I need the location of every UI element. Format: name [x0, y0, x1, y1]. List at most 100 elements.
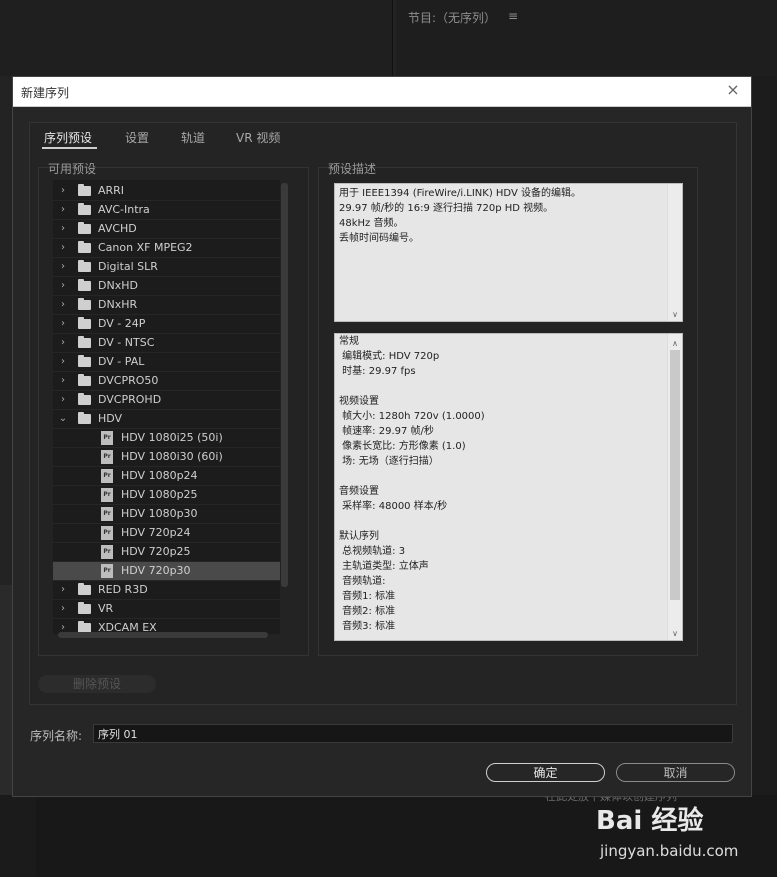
- delete-preset-button[interactable]: 删除预设: [38, 675, 156, 693]
- description-line: 48kHz 音频。: [339, 218, 404, 229]
- folder-icon: [78, 374, 91, 386]
- tree-preset-item[interactable]: Pr HDV 720p30: [53, 562, 280, 581]
- chevron-right-icon[interactable]: ›: [58, 391, 68, 409]
- cancel-button[interactable]: 取消: [616, 763, 735, 782]
- chevron-right-icon[interactable]: ›: [58, 581, 68, 599]
- description-summary: 用于 IEEE1394 (FireWire/i.LINK) HDV 设备的编辑。…: [334, 183, 683, 322]
- tab-sequence-presets[interactable]: 序列预设: [44, 129, 92, 146]
- folder-icon: [78, 203, 91, 215]
- dialog-title: 新建序列: [21, 86, 70, 100]
- ok-button[interactable]: 确定: [486, 763, 605, 782]
- presets-label: 可用预设: [48, 162, 97, 176]
- tree-folder-item[interactable]: › DNxHR: [53, 296, 280, 315]
- description-line: 音频3: 标准: [339, 621, 396, 632]
- tools-strip: [0, 585, 12, 795]
- description-line: 丢帧时间码编号。: [339, 233, 419, 244]
- preset-file-icon: Pr: [101, 526, 113, 540]
- scroll-down-icon[interactable]: ∨: [668, 626, 682, 638]
- watermark-url: jingyan.baidu.com: [600, 842, 739, 860]
- description-line: 时基: 29.97 fps: [339, 366, 416, 377]
- chevron-right-icon[interactable]: ›: [58, 239, 68, 257]
- description-line: 主轨道类型: 立体声: [339, 561, 429, 572]
- tab-vr-video[interactable]: VR 视频: [236, 129, 280, 146]
- details-scrollbar[interactable]: ∧ ∨: [667, 334, 682, 640]
- tree-item-label: ARRI: [98, 184, 125, 197]
- tree-item-label: DV - 24P: [98, 317, 146, 330]
- tree-folder-item[interactable]: › DV - 24P: [53, 315, 280, 334]
- chevron-right-icon[interactable]: ›: [58, 315, 68, 333]
- summary-scrollbar[interactable]: ∨: [667, 184, 682, 321]
- tree-horizontal-scrollbar[interactable]: [58, 632, 268, 638]
- tree-preset-item[interactable]: Pr HDV 1080p30: [53, 505, 280, 524]
- tree-item-label: DNxHD: [98, 279, 138, 292]
- scroll-up-icon[interactable]: ∧: [668, 336, 682, 348]
- chevron-right-icon[interactable]: ›: [58, 600, 68, 618]
- description-line: 采样率: 48000 样本/秒: [339, 501, 448, 512]
- tab-tracks[interactable]: 轨道: [181, 129, 205, 146]
- tree-item-label: DV - PAL: [98, 355, 145, 368]
- tree-folder-item[interactable]: › VR: [53, 600, 280, 619]
- description-label: 预设描述: [328, 162, 377, 176]
- description-line: 场: 无场（逐行扫描）: [339, 456, 439, 467]
- folder-icon: [78, 336, 91, 348]
- description-line: [339, 379, 678, 394]
- sequence-name-input[interactable]: 序列 01: [93, 724, 733, 743]
- tree-item-label: DVCPRO50: [98, 374, 159, 387]
- tree-preset-item[interactable]: Pr HDV 1080i25 (50i): [53, 429, 280, 448]
- chevron-down-icon[interactable]: ⌄: [58, 410, 68, 428]
- tree-vertical-scrollbar[interactable]: [281, 183, 288, 587]
- folder-icon: [78, 583, 91, 595]
- chevron-right-icon[interactable]: ›: [58, 220, 68, 238]
- tree-folder-item[interactable]: ⌄ HDV: [53, 410, 280, 429]
- chevron-right-icon[interactable]: ›: [58, 353, 68, 371]
- description-details-text: 常规 编辑模式: HDV 720p 时基: 29.97 fps 视频设置 帧大小…: [335, 334, 682, 634]
- folder-icon: [78, 317, 91, 329]
- scroll-down-icon[interactable]: ∨: [668, 307, 682, 319]
- folder-icon: [78, 602, 91, 614]
- tree-preset-item[interactable]: Pr HDV 1080p25: [53, 486, 280, 505]
- scroll-thumb[interactable]: [670, 350, 680, 600]
- tree-folder-item[interactable]: › Canon XF MPEG2: [53, 239, 280, 258]
- active-tab-indicator: [42, 147, 97, 149]
- tab-settings[interactable]: 设置: [125, 129, 149, 146]
- tree-folder-item[interactable]: › DV - NTSC: [53, 334, 280, 353]
- description-line: 总视频轨道: 3: [339, 546, 406, 557]
- description-line: 音频轨道:: [339, 576, 386, 587]
- chevron-right-icon[interactable]: ›: [58, 201, 68, 219]
- tree-item-label: HDV 1080i30 (60i): [121, 450, 223, 463]
- folder-icon: [78, 184, 91, 196]
- tree-folder-item[interactable]: › ARRI: [53, 182, 280, 201]
- chevron-right-icon[interactable]: ›: [58, 258, 68, 276]
- chevron-right-icon[interactable]: ›: [58, 296, 68, 314]
- tree-preset-item[interactable]: Pr HDV 720p24: [53, 524, 280, 543]
- chevron-right-icon[interactable]: ›: [58, 372, 68, 390]
- tree-folder-item[interactable]: › Digital SLR: [53, 258, 280, 277]
- tree-folder-item[interactable]: › AVCHD: [53, 220, 280, 239]
- chevron-right-icon[interactable]: ›: [58, 334, 68, 352]
- tree-preset-item[interactable]: Pr HDV 720p25: [53, 543, 280, 562]
- chevron-right-icon[interactable]: ›: [58, 277, 68, 295]
- folder-icon: [78, 393, 91, 405]
- chevron-right-icon[interactable]: ›: [58, 182, 68, 200]
- tree-folder-item[interactable]: › AVC-Intra: [53, 201, 280, 220]
- sequence-name-label: 序列名称:: [30, 729, 83, 743]
- folder-icon: [78, 260, 91, 272]
- close-icon[interactable]: ×: [723, 80, 743, 100]
- description-line: [339, 469, 678, 484]
- tree-item-label: Canon XF MPEG2: [98, 241, 193, 254]
- tools-panel: [0, 795, 36, 877]
- tree-folder-item[interactable]: › DV - PAL: [53, 353, 280, 372]
- tree-folder-item[interactable]: › DVCPRO50: [53, 372, 280, 391]
- tree-folder-item[interactable]: › DNxHD: [53, 277, 280, 296]
- tree-item-label: HDV 1080p25: [121, 488, 198, 501]
- tree-item-label: DNxHR: [98, 298, 138, 311]
- panel-menu-icon[interactable]: ≡: [508, 9, 518, 23]
- tree-folder-item[interactable]: › DVCPROHD: [53, 391, 280, 410]
- folder-icon: [78, 412, 91, 424]
- tree-preset-item[interactable]: Pr HDV 1080p24: [53, 467, 280, 486]
- folder-icon: [78, 222, 91, 234]
- tree-folder-item[interactable]: › RED R3D: [53, 581, 280, 600]
- tree-preset-item[interactable]: Pr HDV 1080i30 (60i): [53, 448, 280, 467]
- description-line: 音频1: 标准: [339, 591, 396, 602]
- description-line: 29.97 帧/秒的 16:9 逐行扫描 720p HD 视频。: [339, 203, 554, 214]
